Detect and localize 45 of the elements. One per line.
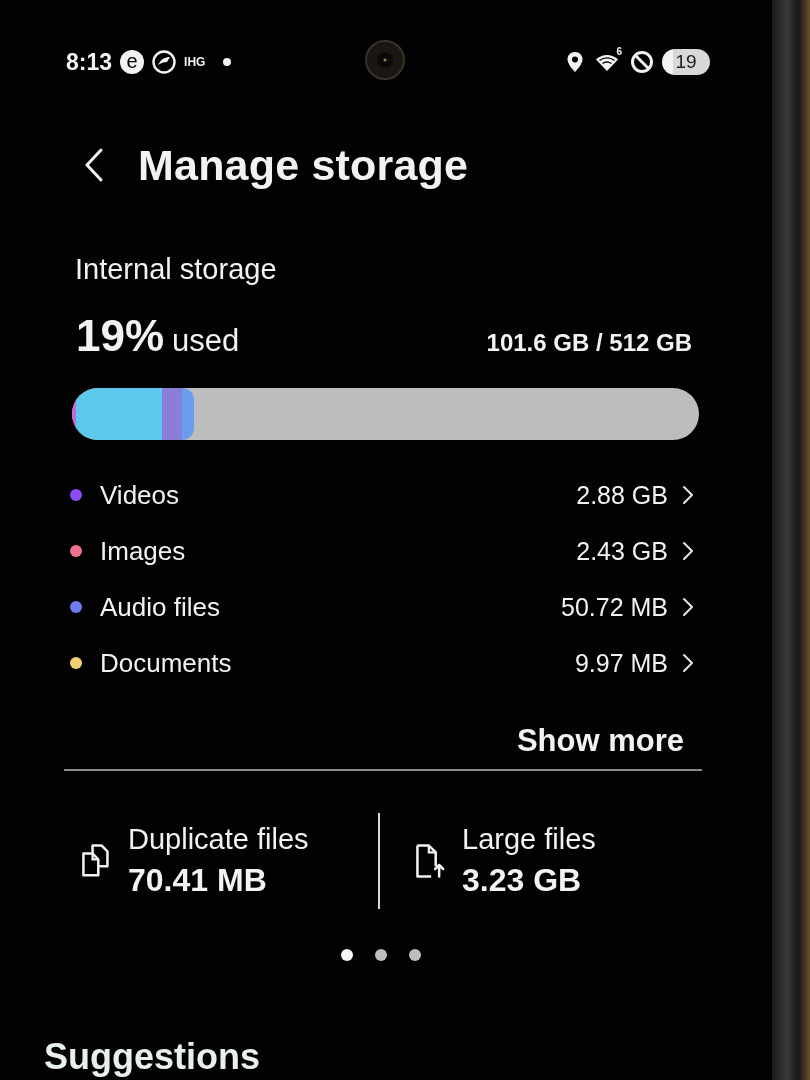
- category-size: 50.72 MB: [561, 592, 668, 622]
- card-size: 3.23 GB: [462, 862, 583, 899]
- cleanup-card[interactable]: Duplicate files 70.41 MB: [0, 823, 378, 899]
- category-row[interactable]: Audio files 50.72 MB: [0, 579, 772, 635]
- notification-dot-icon: [223, 58, 232, 66]
- camera-cutout-icon: [365, 40, 405, 80]
- back-button[interactable]: [84, 148, 104, 182]
- notification-badge: e: [120, 50, 145, 74]
- category-row[interactable]: Documents 9.97 MB: [0, 635, 772, 691]
- duplicate-files-icon: [80, 843, 112, 879]
- show-more-button[interactable]: Show more: [516, 723, 684, 759]
- category-row[interactable]: Images 2.43 GB: [0, 523, 772, 579]
- status-time: 8:13: [66, 48, 113, 76]
- category-size: 2.43 GB: [576, 536, 668, 566]
- category-name: Documents: [100, 647, 233, 679]
- card-title: Large files: [462, 823, 596, 856]
- page-indicator-dot[interactable]: [375, 949, 387, 961]
- section-heading: Suggestions: [44, 1037, 262, 1077]
- storage-title: Internal storage: [75, 252, 278, 286]
- swoosh-circle-icon: [152, 50, 177, 74]
- cleanup-card[interactable]: Large files 3.23 GB: [380, 823, 596, 899]
- storage-amount: 101.6 GB / 512 GB: [486, 329, 692, 357]
- used-label: used: [172, 323, 240, 359]
- card-title: Duplicate files: [128, 823, 309, 856]
- card-size: 70.41 MB: [128, 862, 268, 899]
- carrier-label: IHG: [184, 55, 206, 69]
- category-name: Audio files: [100, 591, 221, 623]
- category-size: 2.88 GB: [576, 480, 668, 510]
- page-indicator-dot[interactable]: [409, 949, 421, 961]
- battery-indicator: 19: [662, 49, 710, 75]
- page-title: Manage storage: [138, 140, 469, 190]
- category-row[interactable]: Videos 2.88 GB: [0, 467, 772, 523]
- category-size: 9.97 MB: [574, 648, 668, 678]
- do-not-disturb-icon: [630, 50, 654, 74]
- wifi-generation-label: 6: [616, 46, 622, 57]
- chevron-right-icon: [682, 653, 694, 673]
- chevron-right-icon: [682, 541, 694, 561]
- category-name: Images: [100, 535, 187, 567]
- chevron-right-icon: [682, 485, 694, 505]
- chevron-right-icon: [682, 597, 694, 617]
- used-percent: 19%: [76, 312, 165, 360]
- file-upload-icon: [414, 843, 446, 879]
- back-chevron-icon: [84, 148, 104, 182]
- page-indicator-dot[interactable]: [341, 949, 353, 961]
- category-name: Videos: [100, 479, 181, 511]
